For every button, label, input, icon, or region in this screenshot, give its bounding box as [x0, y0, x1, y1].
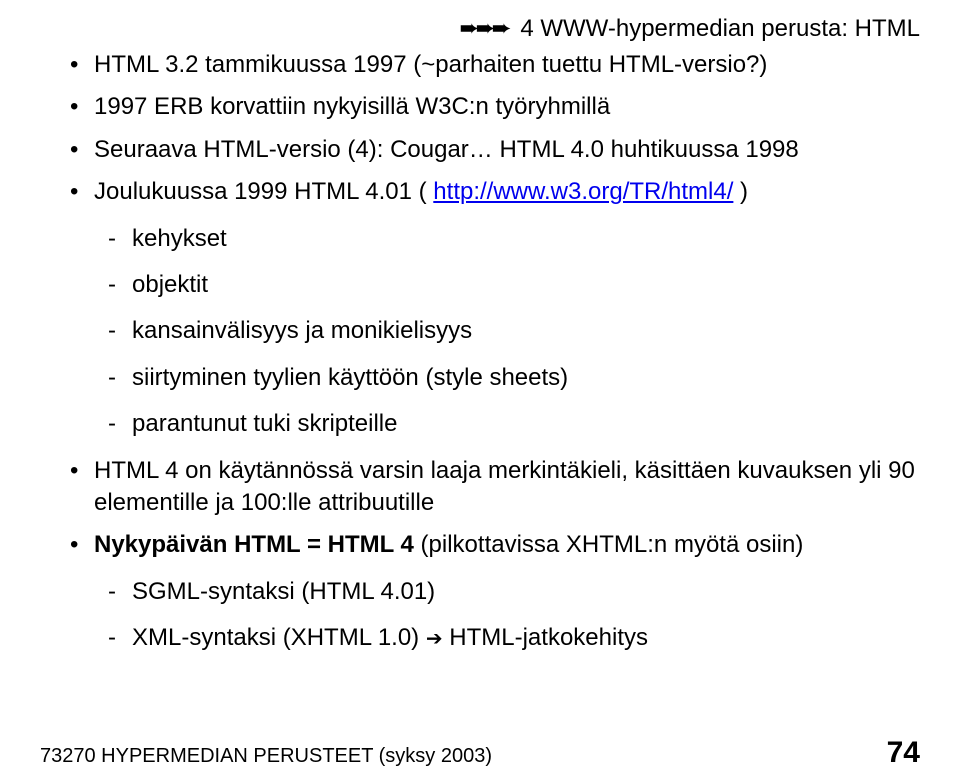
bullet-item: Joulukuussa 1999 HTML 4.01 ( http://www.… [70, 176, 920, 440]
sub-item: SGML-syntaksi (HTML 4.01) [108, 576, 920, 608]
spec-link[interactable]: http://www.w3.org/TR/html4/ [433, 178, 733, 205]
header-arrows-icon: ➨➨➨ [459, 15, 507, 42]
section-header: ➨➨➨ 4 WWW-hypermedian perusta: HTML [70, 14, 920, 43]
sub-list: SGML-syntaksi (HTML 4.01) XML-syntaksi (… [108, 576, 920, 655]
bullet-item: HTML 4 on käytännössä varsin laaja merki… [70, 455, 920, 520]
text-fragment: (pilkottavissa XHTML:n myötä osiin) [414, 531, 803, 558]
text-fragment: XML-syntaksi (XHTML 1.0) [132, 624, 426, 651]
sub-item: siirtyminen tyylien käyttöön (style shee… [108, 362, 920, 394]
course-code: 73270 HYPERMEDIAN PERUSTEET (syksy 2003) [40, 745, 492, 768]
page-number: 74 [887, 736, 920, 770]
bullet-item: Nykypäivän HTML = HTML 4 (pilkottavissa … [70, 529, 920, 654]
page-footer: 73270 HYPERMEDIAN PERUSTEET (syksy 2003)… [40, 736, 920, 770]
text-fragment: ) [733, 178, 748, 205]
sub-item: parantunut tuki skripteille [108, 408, 920, 440]
arrow-right-icon: ➔ [426, 628, 443, 650]
sub-item: XML-syntaksi (XHTML 1.0) ➔ HTML-jatkokeh… [108, 622, 920, 654]
content-list: HTML 3.2 tammikuussa 1997 (~parhaiten tu… [70, 49, 920, 654]
emphasis-text: Nykypäivän HTML = HTML 4 [94, 531, 414, 558]
bullet-item: 1997 ERB korvattiin nykyisillä W3C:n työ… [70, 91, 920, 123]
text-fragment: Joulukuussa 1999 HTML 4.01 ( [94, 178, 433, 205]
sub-list: kehykset objektit kansainvälisyys ja mon… [108, 223, 920, 441]
bullet-item: Seuraava HTML-versio (4): Cougar… HTML 4… [70, 134, 920, 166]
sub-item: objektit [108, 269, 920, 301]
text-fragment: HTML-jatkokehitys [443, 624, 648, 651]
sub-item: kehykset [108, 223, 920, 255]
sub-item: kansainvälisyys ja monikielisyys [108, 315, 920, 347]
bullet-item: HTML 3.2 tammikuussa 1997 (~parhaiten tu… [70, 49, 920, 81]
section-title: 4 WWW-hypermedian perusta: HTML [520, 15, 920, 42]
